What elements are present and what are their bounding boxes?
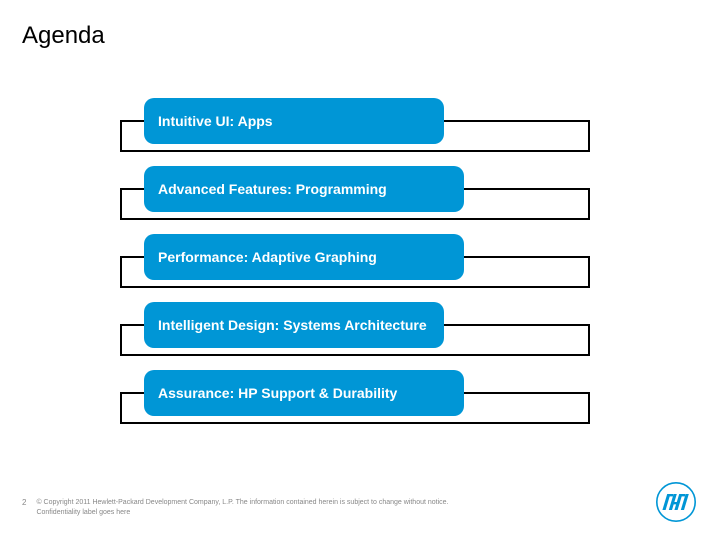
slide-title: Agenda	[22, 22, 105, 50]
agenda-item-pill: Advanced Features: Programming	[144, 166, 464, 212]
footer-copyright: © Copyright 2011 Hewlett-Packard Develop…	[36, 498, 456, 518]
page-number: 2	[22, 498, 26, 508]
agenda-item: Assurance: HP Support & Durability	[120, 370, 590, 424]
agenda-item-label: Advanced Features: Programming	[158, 181, 387, 198]
agenda-item-pill: Assurance: HP Support & Durability	[144, 370, 464, 416]
agenda-item: Performance: Adaptive Graphing	[120, 234, 590, 288]
agenda-list: Intuitive UI: Apps Advanced Features: Pr…	[120, 98, 590, 438]
agenda-item-label: Intelligent Design: Systems Architecture	[158, 317, 427, 334]
agenda-item-pill: Performance: Adaptive Graphing	[144, 234, 464, 280]
agenda-item: Intelligent Design: Systems Architecture	[120, 302, 590, 356]
agenda-item-label: Performance: Adaptive Graphing	[158, 249, 377, 266]
hp-logo-icon	[656, 482, 696, 522]
agenda-item: Intuitive UI: Apps	[120, 98, 590, 152]
agenda-item: Advanced Features: Programming	[120, 166, 590, 220]
footer: 2 © Copyright 2011 Hewlett-Packard Devel…	[22, 498, 630, 518]
agenda-item-pill: Intelligent Design: Systems Architecture	[144, 302, 444, 348]
agenda-item-label: Assurance: HP Support & Durability	[158, 385, 397, 402]
agenda-item-pill: Intuitive UI: Apps	[144, 98, 444, 144]
agenda-item-label: Intuitive UI: Apps	[158, 113, 273, 130]
